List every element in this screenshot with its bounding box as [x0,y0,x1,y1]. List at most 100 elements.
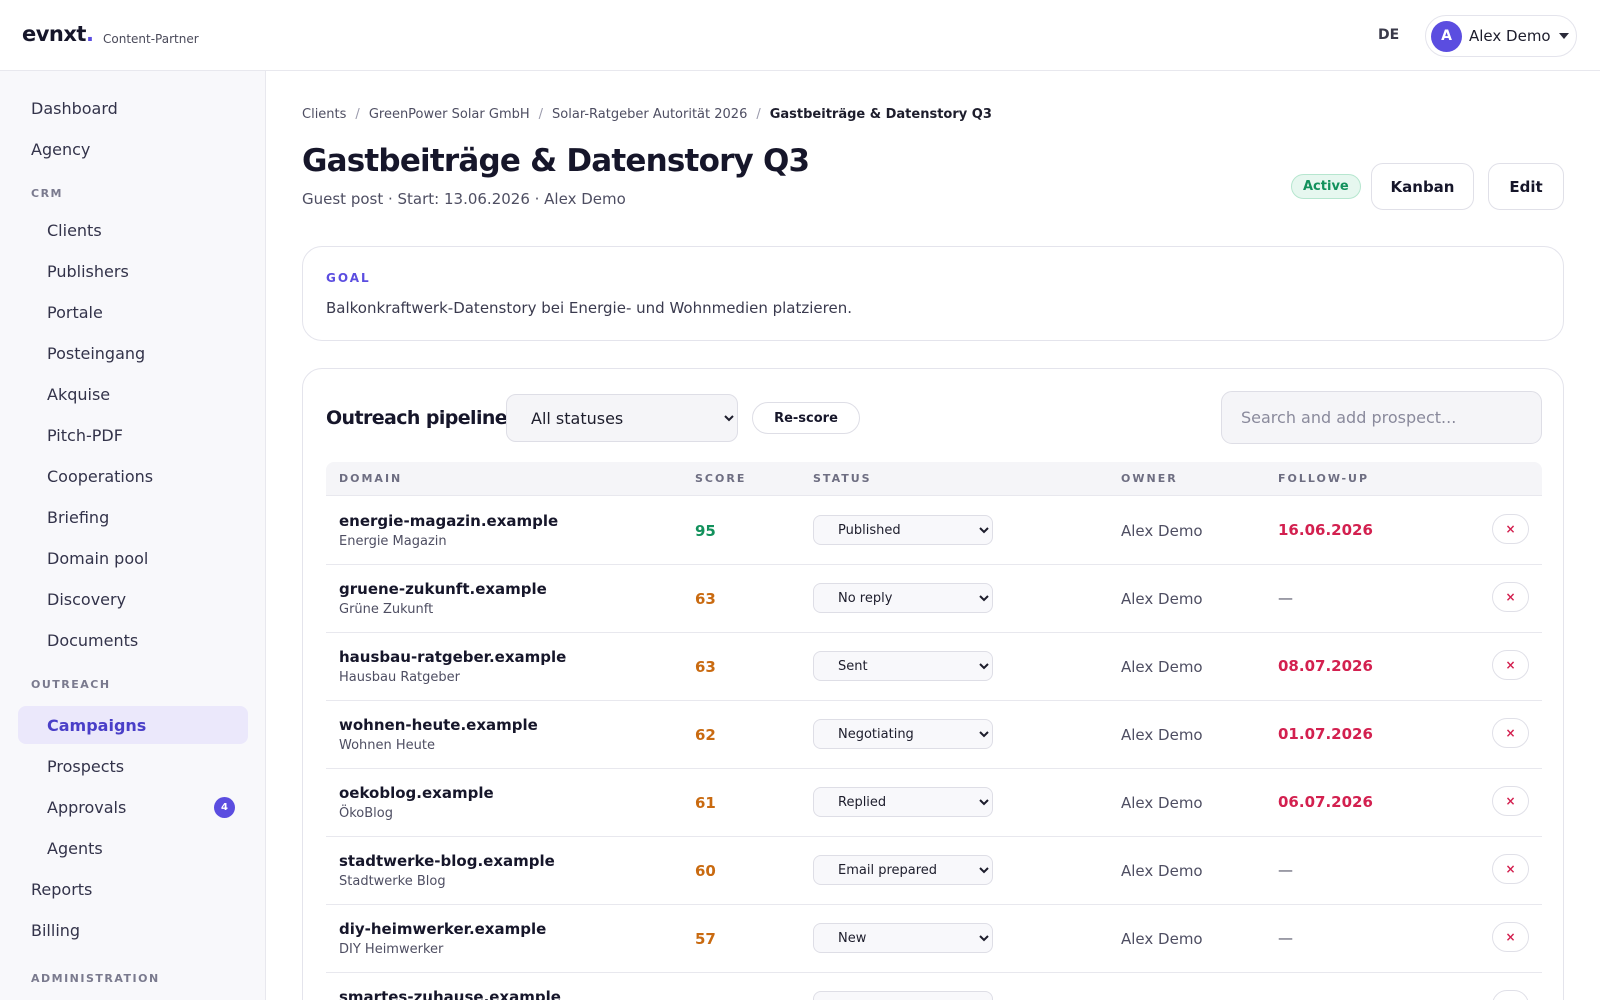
prospect-status-select[interactable]: No reply [813,583,993,613]
table-row[interactable]: stadtwerke-blog.example Stadtwerke Blog 60… [326,837,1542,905]
prospect-name: DIY Heimwerker [339,942,444,957]
page-title: Gastbeiträge & Datenstory Q3 [302,143,810,179]
prospect-domain[interactable]: gruene-zukunft.example [339,580,547,598]
prospect-score: 63 [695,658,716,676]
sidebar-item-pitch-pdf[interactable]: Pitch-PDF [18,416,248,454]
prospect-score: 57 [695,930,716,948]
prospect-domain[interactable]: energie-magazin.example [339,512,558,530]
breadcrumb-client[interactable]: GreenPower Solar GmbH [369,107,530,122]
prospect-followup: — [1278,861,1293,879]
column-header-status[interactable]: STATUS [813,472,872,485]
sidebar-item-agents[interactable]: Agents [18,829,248,867]
outreach-pipeline-card: Outreach pipeline All statuses Re-score … [302,368,1564,1000]
sidebar-item-domain-pool[interactable]: Domain pool [18,539,248,577]
sidebar-item-posteingang[interactable]: Posteingang [18,334,248,372]
sidebar-item-approvals[interactable]: Approvals 4 [18,788,248,826]
prospect-followup: 01.07.2026 [1278,725,1373,743]
prospect-owner: Alex Demo [1121,726,1203,744]
table-row[interactable]: energie-magazin.example Energie Magazin 95… [326,497,1542,565]
sidebar-item-portale[interactable]: Portale [18,293,248,331]
prospect-domain[interactable]: hausbau-ratgeber.example [339,648,566,666]
table-row[interactable]: hausbau-ratgeber.example Hausbau Ratgeber… [326,633,1542,701]
column-header-domain[interactable]: DOMAIN [339,472,402,485]
remove-prospect-button[interactable]: × [1492,514,1529,544]
table-row[interactable]: gruene-zukunft.example Grüne Zukunft 63 No … [326,565,1542,633]
sidebar-item-documents[interactable]: Documents [18,621,248,659]
prospect-domain[interactable]: wohnen-heute.example [339,716,538,734]
user-menu[interactable]: A Alex Demo [1425,15,1577,57]
sidebar-item-billing[interactable]: Billing [18,911,248,949]
table-row[interactable]: diy-heimwerker.example DIY Heimwerker 57 Ne… [326,905,1542,973]
prospect-name: Stadtwerke Blog [339,874,446,889]
column-header-score[interactable]: SCORE [695,472,746,485]
prospect-domain[interactable]: oekoblog.example [339,784,494,802]
kanban-button[interactable]: Kanban [1371,163,1474,210]
table-row[interactable]: smartes-zuhause.example × [326,973,1542,1000]
prospect-owner: Alex Demo [1121,658,1203,676]
sidebar-section-administration: ADMINISTRATION [31,972,160,985]
prospect-followup: — [1278,929,1293,947]
sidebar-item-campaigns[interactable]: Campaigns [18,706,248,744]
prospect-status-select[interactable]: Email prepared [813,855,993,885]
prospect-status-select[interactable]: Negotiating [813,719,993,749]
sidebar-item-akquise[interactable]: Akquise [18,375,248,413]
breadcrumb-separator: / [355,107,360,122]
prospect-name: Wohnen Heute [339,738,436,753]
avatar: A [1431,20,1462,52]
breadcrumb-current: Gastbeiträge & Datenstory Q3 [769,107,992,122]
prospect-status-select[interactable]: Published [813,515,993,545]
remove-prospect-button[interactable]: × [1492,854,1529,884]
remove-prospect-button[interactable]: × [1492,718,1529,748]
prospect-owner: Alex Demo [1121,794,1203,812]
breadcrumb-project[interactable]: Solar-Ratgeber Autorität 2026 [552,107,747,122]
sidebar-item-publishers[interactable]: Publishers [18,252,248,290]
logo[interactable]: evnxt. [22,22,94,46]
column-header-followup[interactable]: FOLLOW-UP [1278,472,1369,485]
prospect-status-select[interactable]: Replied [813,787,993,817]
breadcrumb-clients[interactable]: Clients [302,107,346,122]
sidebar-item-cooperations[interactable]: Cooperations [18,457,248,495]
status-filter-select[interactable]: All statuses [506,394,738,442]
prospect-followup: 16.06.2026 [1278,521,1373,539]
prospect-owner: Alex Demo [1121,522,1203,540]
sidebar-item-clients[interactable]: Clients [18,211,248,249]
language-switcher[interactable]: DE [1378,27,1399,43]
goal-label: GOAL [326,271,371,285]
prospect-domain[interactable]: smartes-zuhause.example [339,988,561,1000]
table-row[interactable]: oekoblog.example ÖkoBlog 61 Replied Alex Dem… [326,769,1542,837]
logo-subtitle: Content-Partner [103,32,199,46]
sidebar: Dashboard Agency CRM Clients Publishers … [0,71,266,1000]
remove-prospect-button[interactable]: × [1492,990,1529,1000]
prospect-status-select[interactable] [813,991,993,1000]
prospect-score: 62 [695,726,716,744]
prospect-status-select[interactable]: Sent [813,651,993,681]
remove-prospect-button[interactable]: × [1492,786,1529,816]
prospect-status-select[interactable]: New [813,923,993,953]
sidebar-item-reports[interactable]: Reports [18,870,248,908]
breadcrumb: Clients / GreenPower Solar GmbH / Solar-… [302,107,992,122]
breadcrumb-separator: / [538,107,544,122]
prospect-search-input[interactable] [1221,391,1542,444]
sidebar-item-discovery[interactable]: Discovery [18,580,248,618]
rescore-button[interactable]: Re-score [752,402,860,434]
prospect-domain[interactable]: stadtwerke-blog.example [339,852,555,870]
edit-button[interactable]: Edit [1488,163,1564,210]
user-name: Alex Demo [1469,27,1551,45]
page-subtitle: Guest post · Start: 13.06.2026 · Alex De… [302,190,626,208]
sidebar-item-dashboard[interactable]: Dashboard [18,89,248,127]
approvals-count-badge: 4 [214,797,235,818]
prospect-score: 61 [695,794,716,812]
table-row[interactable]: wohnen-heute.example Wohnen Heute 62 Negoti… [326,701,1542,769]
prospect-name: Grüne Zukunft [339,602,434,617]
goal-card: GOAL Balkonkraftwerk-Datenstory bei Ener… [302,246,1564,341]
sidebar-item-prospects[interactable]: Prospects [18,747,248,785]
prospect-name: ÖkoBlog [339,806,393,821]
sidebar-item-briefing[interactable]: Briefing [18,498,248,536]
prospect-followup: — [1278,589,1293,607]
remove-prospect-button[interactable]: × [1492,582,1529,612]
column-header-owner[interactable]: OWNER [1121,472,1178,485]
remove-prospect-button[interactable]: × [1492,650,1529,680]
remove-prospect-button[interactable]: × [1492,922,1529,952]
sidebar-item-agency[interactable]: Agency [18,130,248,168]
prospect-domain[interactable]: diy-heimwerker.example [339,920,546,938]
